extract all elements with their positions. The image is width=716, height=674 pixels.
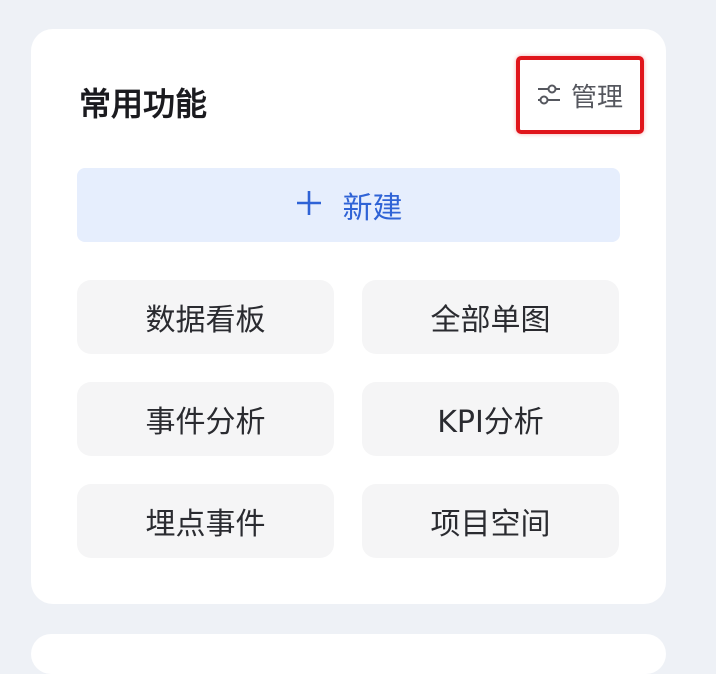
sliders-icon bbox=[537, 84, 561, 106]
manage-label: 管理 bbox=[570, 82, 623, 113]
manage-button[interactable]: 管理 bbox=[516, 56, 644, 134]
kpi-analysis-button[interactable]: KPI分析 bbox=[362, 382, 619, 456]
card-title: 常用功能 bbox=[79, 85, 208, 123]
all-charts-button[interactable]: 全部单图 bbox=[362, 280, 619, 354]
new-button[interactable]: 新建 bbox=[77, 168, 620, 242]
plus-icon bbox=[295, 189, 323, 221]
new-label: 新建 bbox=[342, 191, 403, 226]
tracking-events-button[interactable]: 埋点事件 bbox=[77, 484, 334, 558]
project-space-button[interactable]: 项目空间 bbox=[362, 484, 619, 558]
dashboard-button[interactable]: 数据看板 bbox=[77, 280, 334, 354]
common-functions-card: 常用功能 管理 新建 数据看板 全部单图 事件分析 KPI分析 埋点事件 项目空… bbox=[31, 29, 666, 604]
next-card bbox=[31, 634, 666, 674]
event-analysis-button[interactable]: 事件分析 bbox=[77, 382, 334, 456]
